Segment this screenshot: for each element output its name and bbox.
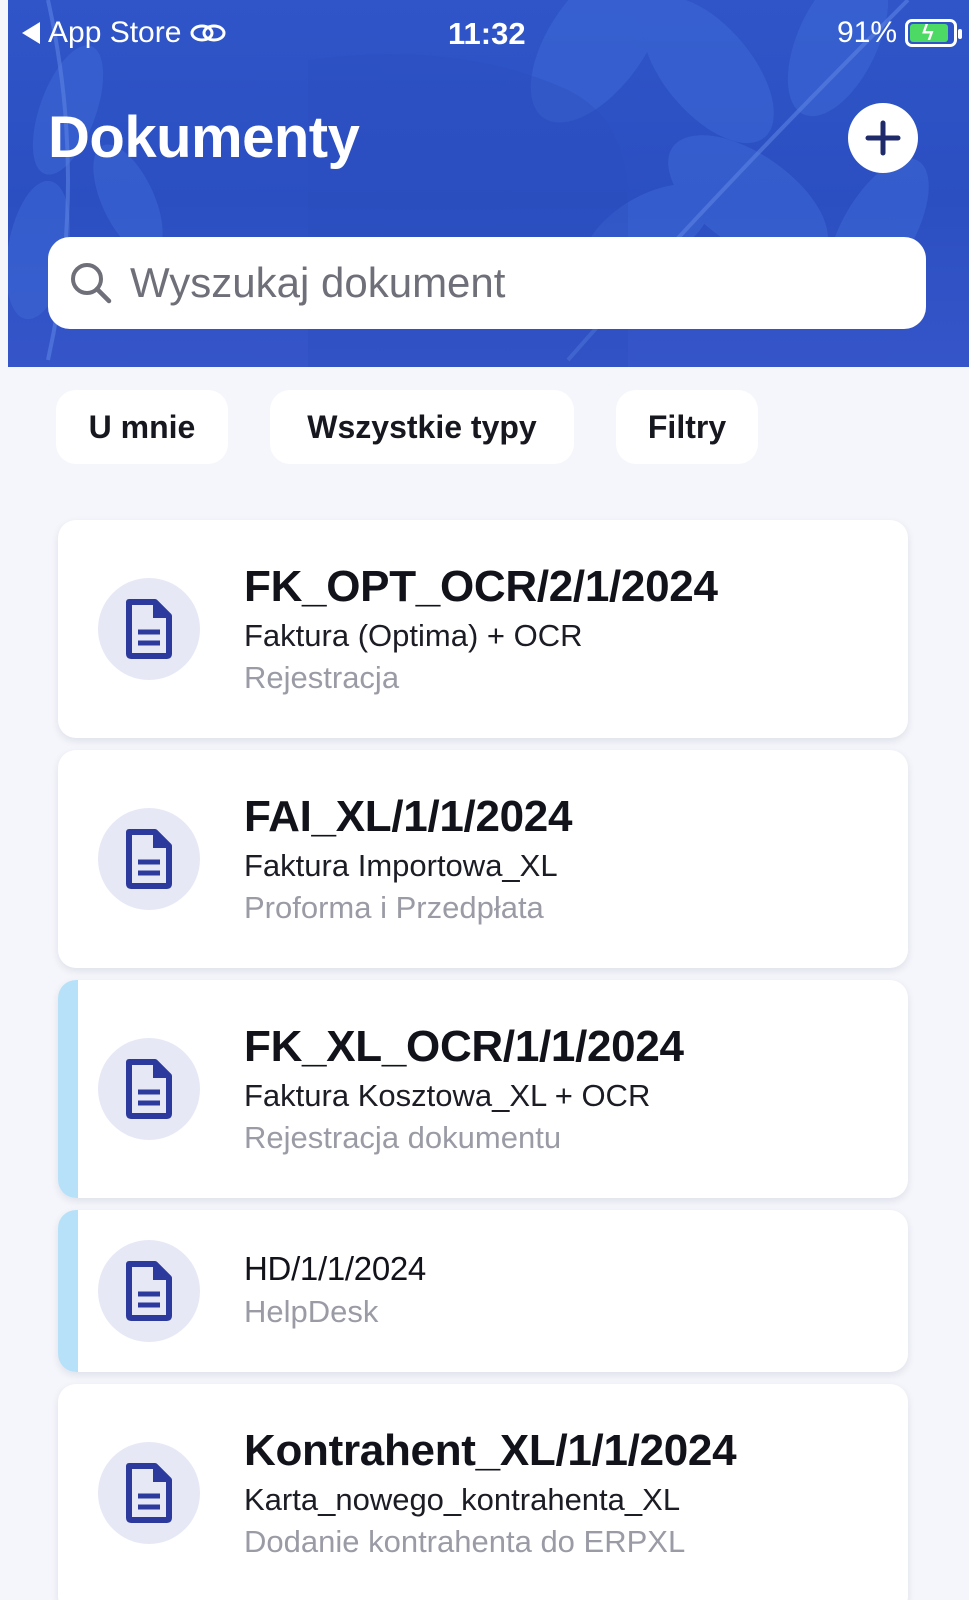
document-icon xyxy=(126,1261,172,1321)
document-type: Faktura Importowa_XL xyxy=(244,848,558,883)
page-title: Dokumenty xyxy=(48,105,360,170)
app-screen: App Store 11:32 91% ϟ Dokumenty Wyszukaj… xyxy=(0,0,969,1600)
document-icon-badge xyxy=(98,578,200,680)
header: App Store 11:32 91% ϟ Dokumenty Wyszukaj… xyxy=(8,0,969,367)
plus-icon xyxy=(865,120,901,156)
document-icon xyxy=(126,829,172,889)
document-text: HD/1/1/2024 HelpDesk xyxy=(244,1250,426,1330)
document-stage: Proforma i Przedpłata xyxy=(244,890,544,925)
document-title: FK_XL_OCR/1/1/2024 xyxy=(244,1022,684,1071)
document-icon-badge xyxy=(98,1038,200,1140)
document-title: Kontrahent_XL/1/1/2024 xyxy=(244,1426,737,1475)
document-text: FAI_XL/1/1/2024 Faktura Importowa_XL Pro… xyxy=(244,792,572,926)
add-document-button[interactable] xyxy=(848,103,918,173)
document-icon-badge xyxy=(98,1442,200,1544)
document-icon-badge xyxy=(98,1240,200,1342)
document-stage: Rejestracja dokumentu xyxy=(244,1120,562,1155)
document-icon xyxy=(126,1463,172,1523)
filter-chip-filters[interactable]: Filtry xyxy=(616,390,758,464)
document-type: Faktura Kosztowa_XL + OCR xyxy=(244,1078,651,1113)
battery-charging-icon: ϟ xyxy=(905,19,962,47)
document-title: FAI_XL/1/1/2024 xyxy=(244,792,573,841)
clock: 11:32 xyxy=(448,16,526,51)
document-card[interactable]: Kontrahent_XL/1/1/2024 Karta_nowego_kont… xyxy=(58,1384,908,1600)
document-icon-badge xyxy=(98,808,200,910)
search-input[interactable]: Wyszukaj dokument xyxy=(48,237,926,329)
document-text: FK_XL_OCR/1/1/2024 Faktura Kosztowa_XL +… xyxy=(244,1022,684,1156)
document-card[interactable]: FAI_XL/1/1/2024 Faktura Importowa_XL Pro… xyxy=(58,750,908,968)
document-type: Faktura (Optima) + OCR xyxy=(244,618,583,653)
document-card[interactable]: FK_OPT_OCR/2/1/2024 Faktura (Optima) + O… xyxy=(58,520,908,738)
link-icon xyxy=(190,24,226,42)
document-icon xyxy=(126,599,172,659)
unread-accent-bar xyxy=(58,1210,78,1372)
document-text: Kontrahent_XL/1/1/2024 Karta_nowego_kont… xyxy=(244,1426,737,1560)
document-type: Karta_nowego_kontrahenta_XL xyxy=(244,1482,681,1517)
document-stage: Dodanie kontrahenta do ERPXL xyxy=(244,1524,686,1559)
back-to-app-store[interactable]: App Store xyxy=(22,16,227,50)
back-label: App Store xyxy=(48,16,182,49)
back-triangle-icon xyxy=(22,22,40,44)
battery-status: 91% ϟ xyxy=(836,16,962,50)
document-stage: HelpDesk xyxy=(244,1294,379,1329)
unread-accent-bar xyxy=(58,980,78,1198)
document-card[interactable]: FK_XL_OCR/1/1/2024 Faktura Kosztowa_XL +… xyxy=(58,980,908,1198)
document-card[interactable]: HD/1/1/2024 HelpDesk xyxy=(58,1210,908,1372)
document-icon xyxy=(126,1059,172,1119)
document-stage: Rejestracja xyxy=(244,660,400,695)
document-title: HD/1/1/2024 xyxy=(244,1250,426,1287)
status-bar: App Store 11:32 91% ϟ xyxy=(8,0,969,64)
document-title: FK_OPT_OCR/2/1/2024 xyxy=(244,562,718,611)
search-icon xyxy=(71,263,112,304)
battery-percent: 91% xyxy=(836,16,897,49)
document-text: FK_OPT_OCR/2/1/2024 Faktura (Optima) + O… xyxy=(244,562,718,696)
filter-chip-u-mnie[interactable]: U mnie xyxy=(56,390,228,464)
filter-chip-document-types[interactable]: Wszystkie typy xyxy=(270,390,574,464)
search-placeholder: Wyszukaj dokument xyxy=(130,259,506,306)
